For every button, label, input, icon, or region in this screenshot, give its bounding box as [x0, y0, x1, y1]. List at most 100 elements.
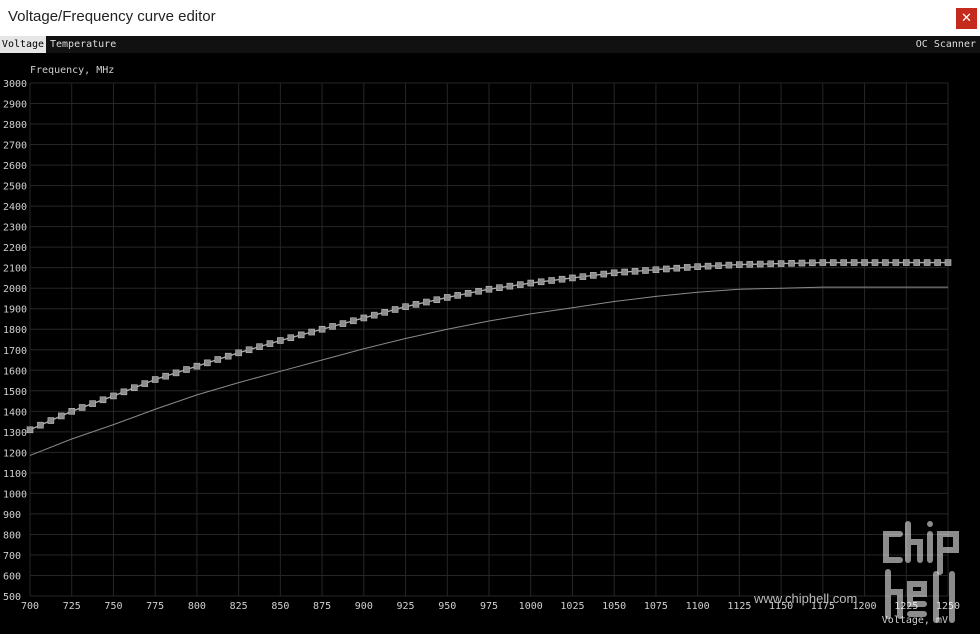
curve-point-handle[interactable]: [819, 259, 827, 266]
curve-point-handle[interactable]: [78, 404, 86, 411]
curve-point-handle[interactable]: [788, 260, 795, 267]
curve-point-handle[interactable]: [381, 309, 388, 316]
curve-point-handle[interactable]: [151, 376, 159, 383]
curve-point-handle[interactable]: [642, 267, 649, 274]
x-tick-label: 1100: [686, 601, 710, 612]
curve-point-handle[interactable]: [934, 259, 941, 266]
curve-point-handle[interactable]: [829, 259, 837, 266]
curve-point-handle[interactable]: [297, 331, 305, 339]
curve-point-handle[interactable]: [308, 328, 315, 336]
curve-point-handle[interactable]: [809, 259, 816, 267]
curve-point-handle[interactable]: [902, 259, 910, 266]
curve-point-handle[interactable]: [277, 337, 284, 344]
curve-point-handle[interactable]: [110, 392, 117, 400]
curve-point-handle[interactable]: [610, 269, 618, 277]
curve-point-handle[interactable]: [590, 272, 597, 279]
tab-voltage[interactable]: Voltage: [0, 36, 46, 53]
curve-point-handle[interactable]: [224, 352, 232, 360]
curve-point-handle[interactable]: [600, 270, 608, 278]
curve-point-handle[interactable]: [464, 290, 472, 297]
curve-point-handle[interactable]: [652, 266, 660, 274]
curve-point-handle[interactable]: [871, 259, 879, 266]
close-button[interactable]: ✕: [956, 8, 977, 29]
curve-point-handle[interactable]: [57, 412, 65, 420]
curve-point-handle[interactable]: [193, 362, 201, 370]
curve-point-handle[interactable]: [683, 264, 691, 271]
curve-point-handle[interactable]: [725, 261, 733, 269]
curve-point-handle[interactable]: [37, 421, 44, 429]
vf-curve-chart[interactable]: 700 725 750 775 800 825 850 875 900 925 950 975 1000…: [0, 53, 980, 634]
curve-point-handle[interactable]: [569, 274, 576, 282]
curve-point-handle[interactable]: [673, 264, 681, 272]
curve-point-handle[interactable]: [756, 260, 764, 268]
y-tick-label: 1100: [3, 469, 27, 480]
curve-point-handle[interactable]: [433, 296, 441, 304]
curve-point-handle[interactable]: [131, 384, 138, 392]
curve-point-handle[interactable]: [454, 292, 462, 299]
curve-point-handle[interactable]: [516, 281, 524, 288]
curve-point-handle[interactable]: [99, 396, 107, 404]
curve-point-handle[interactable]: [746, 261, 754, 268]
oc-scanner-button[interactable]: OC Scanner: [916, 36, 976, 53]
curve-point-handle[interactable]: [339, 320, 347, 327]
curve-point-handle[interactable]: [245, 346, 253, 354]
x-tick-label: 875: [313, 601, 331, 612]
curve-point-handle[interactable]: [287, 334, 295, 342]
curve-point-handle[interactable]: [767, 260, 774, 268]
curve-point-handle[interactable]: [548, 277, 555, 284]
curve-point-handle[interactable]: [861, 259, 868, 266]
curve-point-handle[interactable]: [256, 343, 263, 350]
curve-point-handle[interactable]: [183, 366, 190, 373]
curve-point-handle[interactable]: [172, 369, 180, 377]
curve-point-handle[interactable]: [47, 417, 55, 424]
curve-point-handle[interactable]: [329, 323, 336, 330]
curve-point-handle[interactable]: [663, 265, 670, 273]
curve-point-handle[interactable]: [496, 284, 503, 291]
y-tick-label: 1200: [3, 448, 27, 459]
curve-point-handle[interactable]: [318, 325, 326, 333]
x-tick-label: 775: [146, 601, 164, 612]
curve-point-handle[interactable]: [923, 259, 931, 266]
curve-point-handle[interactable]: [913, 259, 921, 266]
curve-point-handle[interactable]: [214, 356, 222, 363]
curve-point-handle[interactable]: [506, 282, 514, 290]
tab-temperature[interactable]: Temperature: [50, 36, 116, 53]
curve-point-handle[interactable]: [120, 388, 128, 396]
curve-point-handle[interactable]: [402, 303, 409, 310]
curve-point-handle[interactable]: [558, 275, 566, 283]
curve-point-handle[interactable]: [266, 340, 274, 347]
curve-point-handle[interactable]: [423, 298, 430, 306]
curve-point-handle[interactable]: [631, 267, 639, 275]
curve-point-handle[interactable]: [412, 301, 420, 308]
curve-point-handle[interactable]: [621, 268, 628, 276]
curve-point-handle[interactable]: [443, 294, 451, 301]
curve-point-handle[interactable]: [579, 273, 587, 280]
curve-point-handle[interactable]: [68, 408, 76, 415]
curve-point-handle[interactable]: [736, 261, 743, 268]
curve-point-handle[interactable]: [537, 278, 545, 286]
curve-point-handle[interactable]: [485, 285, 493, 293]
curve-point-handle[interactable]: [162, 372, 169, 380]
curve-point-handle[interactable]: [715, 262, 722, 269]
curve-point-handle[interactable]: [840, 259, 847, 266]
curve-point-handle[interactable]: [26, 426, 34, 434]
curve-point-handle[interactable]: [777, 260, 785, 267]
y-tick-label: 2400: [3, 202, 27, 213]
curve-point-handle[interactable]: [89, 400, 96, 407]
curve-point-handle[interactable]: [882, 259, 889, 266]
curve-point-handle[interactable]: [704, 262, 712, 270]
curve-point-handle[interactable]: [694, 263, 701, 270]
curve-point-handle[interactable]: [475, 287, 482, 295]
curve-point-handle[interactable]: [527, 279, 535, 287]
curve-point-handle[interactable]: [141, 380, 149, 387]
curve-point-handle[interactable]: [798, 259, 806, 267]
curve-point-handle[interactable]: [850, 259, 858, 266]
curve-point-handle[interactable]: [892, 259, 900, 266]
curve-point-handle[interactable]: [370, 311, 378, 319]
curve-point-handle[interactable]: [235, 349, 242, 357]
curve-point-handle[interactable]: [204, 359, 211, 367]
curve-point-handle[interactable]: [391, 306, 399, 313]
curve-point-handle[interactable]: [944, 259, 952, 266]
curve-point-handle[interactable]: [360, 314, 368, 322]
curve-point-handle[interactable]: [350, 317, 357, 325]
